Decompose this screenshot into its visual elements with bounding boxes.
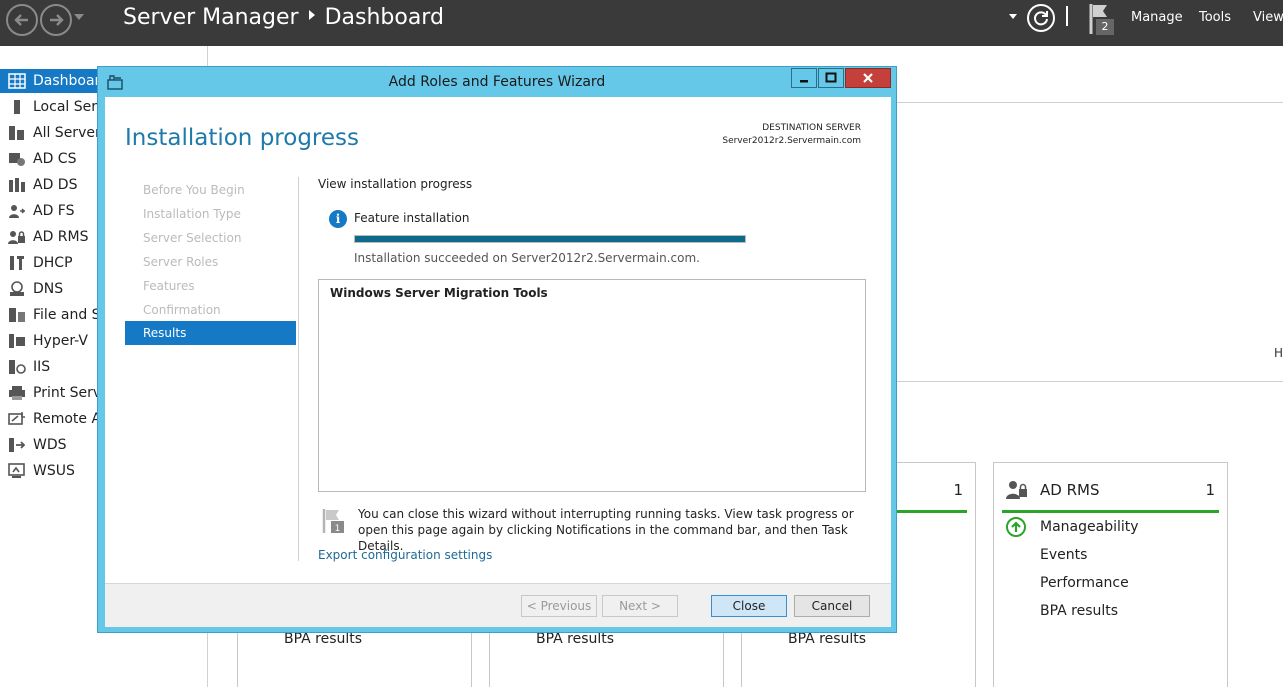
step-results-label: Results (143, 326, 187, 340)
step-results[interactable]: Results (125, 321, 296, 345)
step-server-selection: Server Selection (143, 231, 242, 245)
tile-status-bar (1002, 510, 1219, 513)
app-title: Server Manager (123, 5, 299, 30)
printer-icon (9, 386, 25, 400)
feature-installation-label: Feature installation (354, 211, 470, 225)
tile-row-manageability[interactable]: Manageability (1040, 519, 1139, 535)
federation-icon (9, 205, 26, 218)
dialog-title: Add Roles and Features Wizard (388, 74, 606, 90)
forward-button[interactable] (40, 4, 72, 36)
arrow-right-icon (50, 14, 64, 26)
dns-icon (10, 281, 24, 296)
step-confirmation: Confirmation (143, 303, 221, 317)
cancel-button[interactable]: Cancel (794, 595, 870, 617)
menu-manage[interactable]: Manage (1131, 10, 1183, 25)
destination-server-label: DESTINATION SERVER (762, 123, 861, 133)
minimize-icon (800, 80, 808, 83)
tile-row-bpa[interactable]: BPA results (788, 631, 866, 647)
sidebar-item-label: AD CS (33, 151, 77, 167)
add-roles-wizard-dialog: Add Roles and Features Wizard Installati… (97, 66, 897, 633)
role-tile-ad-rms: AD RMS 1 Manageability Events Performanc… (993, 462, 1228, 687)
hyperv-icon (9, 334, 25, 348)
wsus-icon (8, 463, 25, 478)
result-item: Windows Server Migration Tools (330, 286, 548, 300)
menu-tools[interactable]: Tools (1199, 10, 1231, 25)
header-divider (1066, 6, 1068, 26)
certificate-icon (9, 153, 25, 166)
iis-icon (9, 360, 26, 374)
sidebar-item-label: AD DS (33, 177, 78, 193)
maximize-button[interactable] (818, 68, 844, 88)
refresh-icon (1034, 11, 1048, 26)
sidebar-item-label: DNS (33, 281, 64, 297)
sidebar-item-label: IIS (33, 359, 51, 375)
dialog-body: Installation progress DESTINATION SERVER… (105, 97, 891, 627)
progress-fill (355, 236, 745, 242)
tile-row-events[interactable]: Events (1040, 547, 1087, 563)
tile-row-performance[interactable]: Performance (1040, 575, 1129, 591)
page-title: Dashboard (324, 5, 444, 30)
directory-icon (9, 178, 25, 192)
sidebar-item-label: AD RMS (33, 229, 89, 245)
sidebar-item-label: Hyper-V (33, 333, 88, 349)
dialog-titlebar[interactable]: Add Roles and Features Wizard (98, 67, 896, 97)
info-icon: i (329, 210, 347, 228)
file-storage-icon (9, 308, 25, 322)
status-ok-icon (1006, 517, 1026, 537)
rights-icon (1006, 481, 1027, 499)
installation-results-list[interactable]: Windows Server Migration Tools (318, 279, 866, 492)
next-button[interactable]: Next > (602, 595, 678, 617)
close-wizard-note: You can close this wizard without interr… (358, 507, 854, 553)
tile-row-bpa[interactable]: BPA results (284, 631, 362, 647)
step-server-roles: Server Roles (143, 255, 219, 269)
tile-row-bpa[interactable]: BPA results (536, 631, 614, 647)
local-server-icon (14, 100, 20, 114)
notification-flag-icon: 1 (322, 509, 344, 534)
menu-view[interactable]: View (1253, 10, 1283, 25)
arrow-up-icon (1011, 521, 1021, 532)
sidebar-item-label: AD FS (33, 203, 75, 219)
notification-count-badge: 2 (1096, 19, 1114, 35)
arrow-left-icon (14, 14, 28, 26)
back-button[interactable] (6, 4, 38, 36)
sidebar-item-label: DHCP (33, 255, 73, 271)
tile-title[interactable]: AD RMS (1040, 481, 1099, 499)
page-heading: Installation progress (125, 125, 359, 151)
maximize-icon (825, 72, 837, 83)
destination-server-name: Server2012r2.Servermain.com (722, 136, 861, 146)
tile-count: 1 (953, 481, 963, 499)
remote-access-icon (8, 412, 25, 425)
all-servers-icon (9, 126, 24, 140)
breadcrumb-separator-icon (308, 10, 315, 20)
close-window-button[interactable] (845, 68, 891, 88)
previous-button[interactable]: < Previous (521, 595, 597, 617)
dialog-footer: < Previous Next > Close Cancel (105, 583, 891, 627)
server-manager-header: Server Manager Dashboard 2 Manage Tools V… (0, 0, 1283, 46)
installation-progress-bar (354, 235, 746, 243)
close-icon (863, 73, 873, 83)
sidebar-item-label: WDS (33, 437, 67, 453)
breadcrumb: Server Manager Dashboard (123, 5, 444, 30)
minimize-button[interactable] (791, 68, 817, 88)
tile-row-bpa[interactable]: BPA results (1040, 603, 1118, 619)
history-dropdown[interactable] (74, 14, 84, 20)
dashboard-icon (8, 73, 26, 89)
tile-count: 1 (1205, 481, 1215, 499)
step-before-you-begin: Before You Begin (143, 183, 245, 197)
step-features: Features (143, 279, 195, 293)
hide-link-fragment[interactable]: H (1274, 346, 1283, 360)
refresh-button[interactable] (1027, 4, 1055, 32)
wds-icon (9, 438, 26, 452)
note-flag-count: 1 (335, 524, 341, 534)
refresh-dropdown[interactable] (1009, 14, 1017, 19)
close-button[interactable]: Close (711, 595, 787, 617)
dhcp-icon (10, 256, 24, 270)
section-title: View installation progress (318, 177, 473, 191)
sidebar-item-label: WSUS (33, 463, 75, 479)
rights-icon (8, 231, 25, 244)
steps-divider (298, 177, 299, 561)
installation-status-text: Installation succeeded on Server2012r2.S… (354, 251, 700, 265)
export-configuration-link[interactable]: Export configuration settings (318, 548, 492, 562)
step-installation-type: Installation Type (143, 207, 241, 221)
